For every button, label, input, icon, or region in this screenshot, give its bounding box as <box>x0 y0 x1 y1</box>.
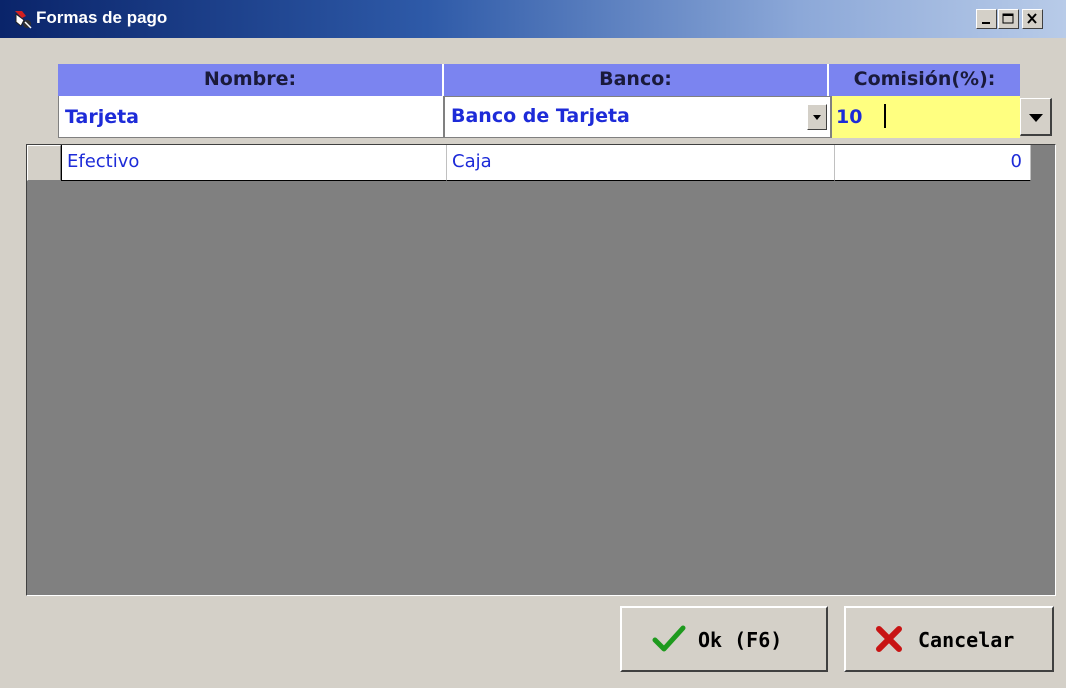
minimize-icon <box>982 22 990 24</box>
banco-combobox[interactable]: Banco de Tarjeta <box>444 96 831 138</box>
text-caret <box>884 104 886 128</box>
cancel-button[interactable]: Cancelar <box>844 606 1054 672</box>
column-header-banco[interactable]: Banco: <box>444 64 829 96</box>
banco-selected-value: Banco de Tarjeta <box>451 105 630 127</box>
column-header-nombre[interactable]: Nombre: <box>58 64 444 96</box>
column-header-comision[interactable]: Comisión(%): <box>829 64 1020 96</box>
close-icon <box>1027 13 1037 24</box>
edit-row: Banco de Tarjeta <box>58 96 1066 138</box>
minimize-button[interactable] <box>976 9 997 29</box>
comision-dropdown-button[interactable] <box>1020 98 1052 136</box>
ok-button-label: Ok (F6) <box>698 628 783 652</box>
banco-dropdown-button[interactable] <box>807 104 827 130</box>
close-button[interactable] <box>1022 9 1043 29</box>
ok-button[interactable]: Ok (F6) <box>620 606 828 672</box>
cell-comision[interactable]: 0 <box>835 145 1031 181</box>
table-row[interactable]: Efectivo Caja 0 <box>27 145 1031 181</box>
chevron-down-icon <box>813 115 821 120</box>
app-icon <box>15 11 32 29</box>
grid-header: Nombre: Banco: Comisión(%): <box>58 64 1020 96</box>
grid-body[interactable]: Efectivo Caja 0 <box>26 144 1056 596</box>
cell-nombre[interactable]: Efectivo <box>61 145 447 181</box>
chevron-down-icon <box>1029 114 1043 122</box>
comision-input[interactable] <box>832 96 1020 138</box>
maximize-icon <box>1002 13 1014 24</box>
cell-banco[interactable]: Caja <box>447 145 835 181</box>
nombre-input[interactable] <box>59 96 443 137</box>
checkmark-icon <box>652 625 686 652</box>
title-bar[interactable]: Formas de pago <box>0 0 1066 38</box>
cancel-button-label: Cancelar <box>918 628 1015 652</box>
window-title: Formas de pago <box>36 8 168 27</box>
maximize-button[interactable] <box>998 9 1019 29</box>
x-icon <box>876 626 902 652</box>
nombre-cell <box>58 96 444 138</box>
comision-cell <box>831 96 1020 138</box>
row-indicator[interactable] <box>27 145 61 181</box>
